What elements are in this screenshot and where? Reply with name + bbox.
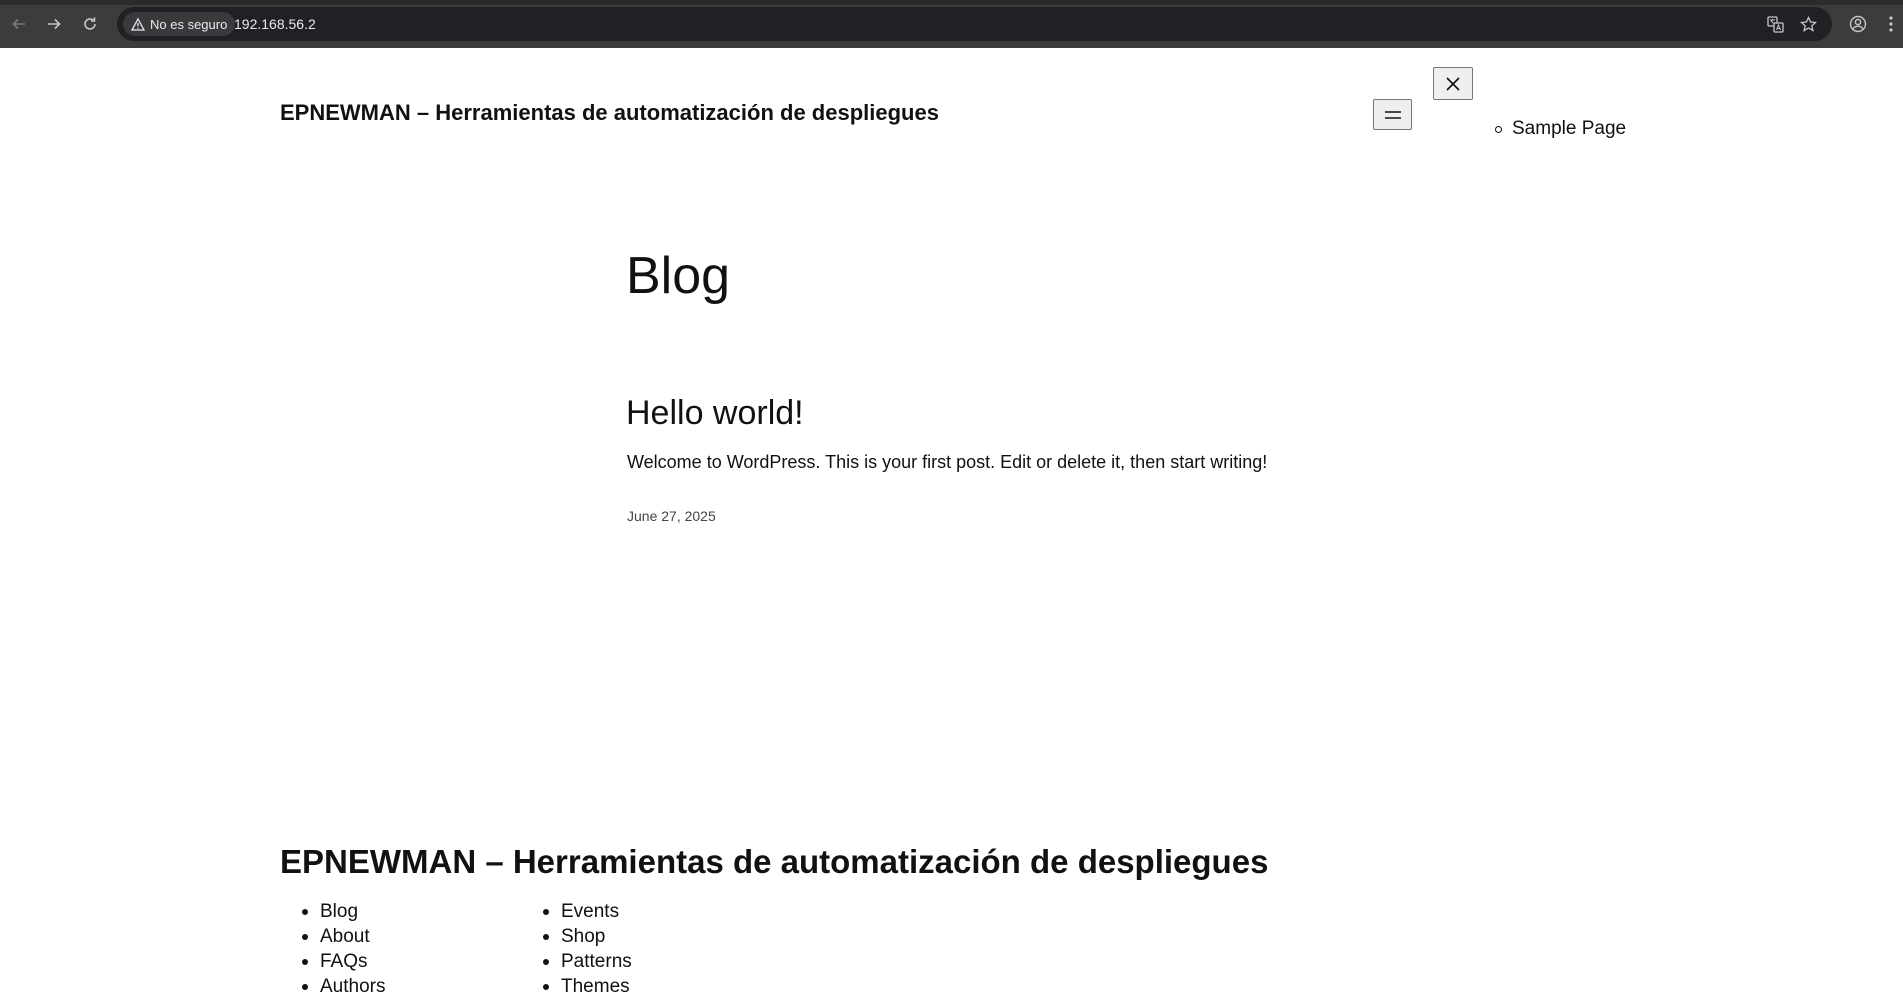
footer-link-patterns[interactable]: Patterns xyxy=(543,949,632,974)
arrow-right-icon xyxy=(48,18,61,30)
footer-link-events[interactable]: Events xyxy=(543,899,632,924)
close-icon xyxy=(1446,76,1460,91)
list-bullet xyxy=(302,983,308,990)
footer-link-about[interactable]: About xyxy=(302,924,385,949)
footer-link-label[interactable]: FAQs xyxy=(320,949,368,974)
browser-menu-button[interactable] xyxy=(1882,12,1900,36)
warning-triangle-icon xyxy=(131,17,145,31)
list-bullet xyxy=(543,983,549,990)
page-title: Blog xyxy=(626,247,731,305)
list-bullet xyxy=(302,933,308,940)
footer-link-label[interactable]: Blog xyxy=(320,899,358,924)
security-label: No es seguro xyxy=(150,16,228,32)
list-bullet xyxy=(543,958,549,965)
post-date[interactable]: June 27, 2025 xyxy=(627,508,716,524)
browser-toolbar: No es seguro 192.168.56.2 xyxy=(0,0,1903,48)
back-button[interactable] xyxy=(7,12,31,36)
nav-item-label[interactable]: Sample Page xyxy=(1512,118,1626,140)
site-title-link[interactable]: EPNEWMAN – Herramientas de automatizació… xyxy=(280,100,939,126)
close-menu-button[interactable] xyxy=(1433,67,1473,100)
address-bar[interactable]: No es seguro 192.168.56.2 xyxy=(117,7,1832,41)
post-title-link[interactable]: Hello world! xyxy=(626,393,804,434)
profile-icon xyxy=(1849,15,1867,33)
security-indicator[interactable]: No es seguro xyxy=(123,12,236,36)
footer-link-authors[interactable]: Authors xyxy=(302,974,385,999)
footer-site-title[interactable]: EPNEWMAN – Herramientas de automatizació… xyxy=(280,842,1268,882)
footer-link-shop[interactable]: Shop xyxy=(543,924,632,949)
arrow-left-icon xyxy=(12,18,25,30)
forward-button[interactable] xyxy=(42,12,66,36)
list-bullet xyxy=(1495,125,1502,133)
reload-icon xyxy=(84,17,96,30)
list-bullet xyxy=(302,958,308,965)
kebab-menu-icon xyxy=(1889,16,1893,32)
footer-nav-column-1: Blog About FAQs Authors xyxy=(302,899,385,999)
footer-link-label[interactable]: Shop xyxy=(561,924,605,949)
footer-link-themes[interactable]: Themes xyxy=(543,974,632,999)
overlay-navigation: Sample Page xyxy=(1495,118,1626,140)
tab-strip xyxy=(0,0,1903,5)
star-icon[interactable] xyxy=(1798,14,1818,34)
post-excerpt: Welcome to WordPress. This is your first… xyxy=(627,452,1268,472)
hamburger-icon xyxy=(1384,110,1401,119)
list-bullet xyxy=(543,908,549,915)
nav-item-sample-page[interactable]: Sample Page xyxy=(1495,118,1626,140)
footer-link-label[interactable]: Themes xyxy=(561,974,630,999)
profile-button[interactable] xyxy=(1846,12,1870,36)
footer-link-label[interactable]: Patterns xyxy=(561,949,632,974)
list-bullet xyxy=(543,933,549,940)
reload-button[interactable] xyxy=(78,12,102,36)
list-bullet xyxy=(302,908,308,915)
url-text[interactable]: 192.168.56.2 xyxy=(234,7,316,41)
footer-nav-column-2: Events Shop Patterns Themes xyxy=(543,899,632,999)
footer-link-faqs[interactable]: FAQs xyxy=(302,949,385,974)
open-menu-button[interactable] xyxy=(1373,99,1412,130)
footer-link-label[interactable]: Authors xyxy=(320,974,385,999)
translate-icon[interactable] xyxy=(1765,14,1785,34)
footer-link-label[interactable]: Events xyxy=(561,899,619,924)
footer-link-blog[interactable]: Blog xyxy=(302,899,385,924)
footer-link-label[interactable]: About xyxy=(320,924,370,949)
